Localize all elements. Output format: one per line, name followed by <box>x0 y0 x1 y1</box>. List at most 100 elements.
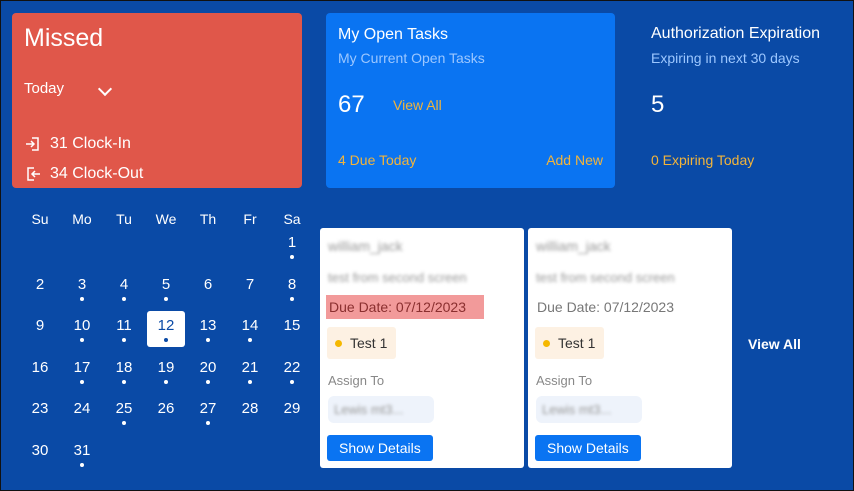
calendar-day[interactable]: 23 <box>19 397 61 439</box>
calendar-day-number: 29 <box>283 400 301 417</box>
calendar-day-number: 10 <box>73 317 91 334</box>
calendar-day[interactable]: 30 <box>19 439 61 481</box>
task-tag: Test 1 <box>327 327 397 359</box>
chevron-down-icon[interactable] <box>97 81 113 97</box>
calendar-empty-cell <box>229 439 271 481</box>
task-cards-view-all-link[interactable]: View All <box>748 336 801 352</box>
calendar-day[interactable]: 1 <box>271 231 313 273</box>
expiring-today-link[interactable]: 0 Expiring Today <box>651 152 754 168</box>
event-dot-icon <box>122 421 126 425</box>
calendar-day[interactable]: 11 <box>103 314 145 356</box>
open-tasks-subtitle: My Current Open Tasks <box>338 50 485 66</box>
calendar-day-number: 5 <box>161 275 171 293</box>
add-new-task-link[interactable]: Add New <box>546 152 603 168</box>
task-description: test from second screen <box>536 270 675 285</box>
task-due-date: Due Date: 07/12/2023 <box>537 299 674 315</box>
event-dot-icon <box>206 379 210 384</box>
calendar-day-number: 9 <box>35 317 45 334</box>
clock-out-label: 34 Clock-Out <box>50 165 144 182</box>
clock-in-label: 31 Clock-In <box>50 135 131 152</box>
calendar-week-row: 1 <box>19 231 311 273</box>
calendar-day[interactable]: 25 <box>103 397 145 439</box>
event-dot-icon <box>80 462 84 467</box>
calendar-day[interactable]: 15 <box>271 314 313 356</box>
dashboard: Missed Today 31 Clock-In 34 Clock-Out My… <box>0 0 854 491</box>
event-dot-icon <box>80 379 84 384</box>
due-today-link[interactable]: 4 Due Today <box>338 152 416 168</box>
calendar-day[interactable]: 27 <box>187 397 229 439</box>
calendar-day[interactable]: 19 <box>145 356 187 398</box>
calendar-empty-cell <box>19 231 61 273</box>
calendar-day[interactable]: 24 <box>61 397 103 439</box>
calendar-empty-cell <box>61 231 103 273</box>
calendar-day[interactable]: 5 <box>145 273 187 315</box>
calendar-day[interactable]: 28 <box>229 397 271 439</box>
assignee-name: Lewis mt3... <box>542 402 612 417</box>
calendar-day[interactable]: 4 <box>103 273 145 315</box>
clock-out-row[interactable]: 34 Clock-Out <box>25 165 143 183</box>
weekday-label: We <box>155 211 177 227</box>
calendar-day[interactable]: 2 <box>19 273 61 315</box>
open-tasks-title: My Open Tasks <box>338 26 448 43</box>
event-dot-icon <box>248 379 252 384</box>
calendar-day[interactable]: 17 <box>61 356 103 398</box>
calendar-day-number: 16 <box>31 358 49 376</box>
assignee-chip: Lewis mt3... <box>328 396 434 423</box>
missed-filter-dropdown[interactable]: Today <box>24 80 64 97</box>
calendar: Su Mo Tu We Th Fr Sa 1 2 3 4 5 6 7 8 9 10 11 12 13 14 15 16 17… <box>19 211 311 480</box>
calendar-day[interactable]: 31 <box>61 439 103 481</box>
show-details-button[interactable]: Show Details <box>535 435 641 461</box>
open-tasks-count: 67 <box>338 91 365 118</box>
calendar-day[interactable]: 12 <box>145 311 187 356</box>
calendar-grid: 1 2 3 4 5 6 7 8 9 10 11 12 13 14 15 16 17 18 19 20 21 22 23 24 2… <box>19 231 311 480</box>
event-dot-icon <box>206 421 210 425</box>
calendar-day[interactable]: 20 <box>187 356 229 398</box>
login-icon <box>26 137 39 151</box>
calendar-day[interactable]: 29 <box>271 397 313 439</box>
calendar-day[interactable]: 14 <box>229 314 271 356</box>
calendar-day-number: 6 <box>203 275 213 293</box>
calendar-day[interactable]: 7 <box>229 273 271 315</box>
calendar-day-number: 1 <box>287 234 297 251</box>
calendar-day[interactable]: 3 <box>61 273 103 315</box>
calendar-week-row: 9 10 11 12 13 14 15 <box>19 311 313 356</box>
event-dot-icon <box>122 296 126 301</box>
calendar-day-number: 19 <box>157 358 175 376</box>
weekday-label: Tu <box>116 211 132 227</box>
calendar-day-number: 20 <box>199 358 217 376</box>
assignee-name: Lewis mt3... <box>334 402 404 417</box>
missed-filter-label: Today <box>24 80 65 97</box>
calendar-day-number: 15 <box>283 317 301 334</box>
calendar-week-row: 2 3 4 5 6 7 8 <box>19 273 311 315</box>
event-dot-icon <box>206 338 210 342</box>
calendar-day[interactable]: 26 <box>145 397 187 439</box>
task-tag: Test 1 <box>535 327 605 359</box>
calendar-weekday-header: Su Mo Tu We Th Fr Sa <box>19 211 311 231</box>
calendar-day[interactable]: 10 <box>61 314 103 356</box>
calendar-day[interactable]: 22 <box>271 356 313 398</box>
calendar-day-number: 11 <box>116 317 132 334</box>
calendar-week-row: 23 24 25 26 27 28 29 <box>19 397 311 439</box>
open-tasks-card: My Open Tasks My Current Open Tasks 67 V… <box>326 13 615 188</box>
authorization-subtitle: Expiring in next 30 days <box>651 50 800 66</box>
calendar-empty-cell <box>145 231 187 273</box>
calendar-day[interactable]: 18 <box>103 356 145 398</box>
calendar-day[interactable]: 6 <box>187 273 229 315</box>
calendar-empty-cell <box>187 231 229 273</box>
calendar-day-number: 24 <box>73 400 91 417</box>
task-card: william_jack test from second screen Due… <box>320 228 524 468</box>
calendar-day[interactable]: 9 <box>19 314 61 356</box>
clock-in-row[interactable]: 31 Clock-In <box>25 135 131 153</box>
show-details-button[interactable]: Show Details <box>327 435 433 461</box>
task-tag-label: Test 1 <box>558 335 596 351</box>
calendar-day[interactable]: 13 <box>187 314 229 356</box>
status-dot-icon <box>335 339 342 347</box>
calendar-day[interactable]: 21 <box>229 356 271 398</box>
open-tasks-view-all-link[interactable]: View All <box>393 97 442 113</box>
calendar-empty-cell <box>187 439 229 481</box>
calendar-day[interactable]: 8 <box>271 273 313 315</box>
calendar-day-number: 21 <box>241 358 259 376</box>
event-dot-icon <box>290 255 294 259</box>
status-dot-icon <box>543 339 550 347</box>
calendar-day[interactable]: 16 <box>19 356 61 398</box>
